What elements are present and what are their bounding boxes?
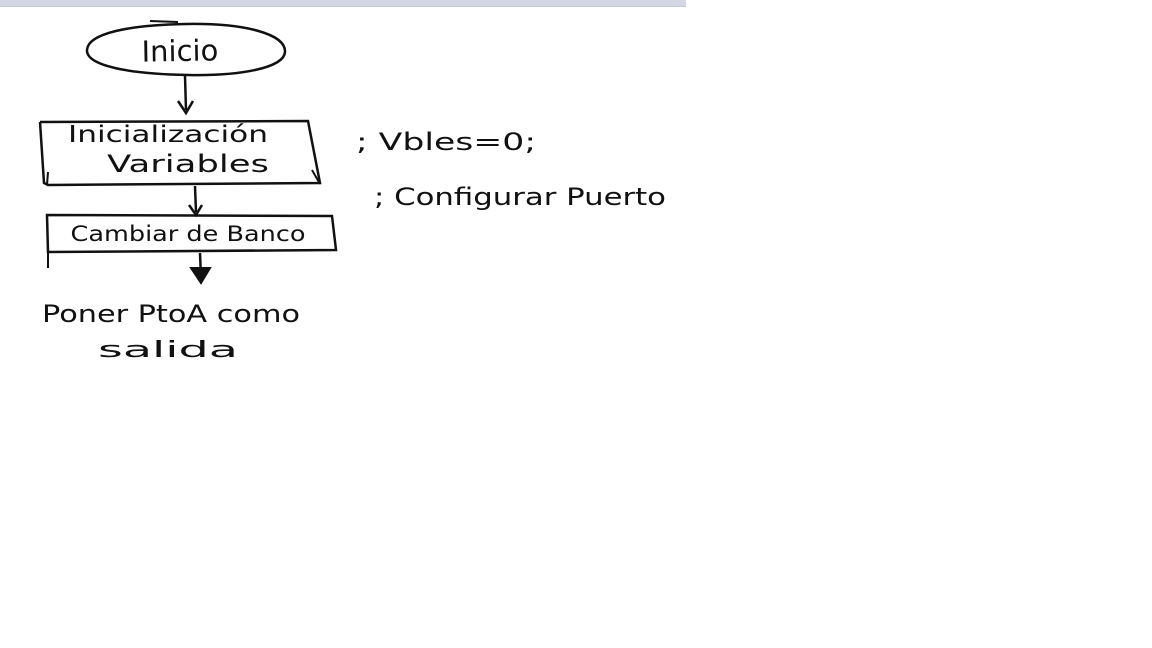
process-change-bank: Cambiar de Banco: [45, 213, 338, 268]
output-label-line1: Poner PtoA como: [42, 300, 300, 328]
init-label-line2: Variables: [107, 150, 269, 178]
output-label-line2: salida: [98, 338, 238, 363]
note-configure-port: ; Configurar Puerto: [374, 183, 666, 211]
arrow-init-to-bank: [187, 185, 204, 218]
note-variables-zero: ; Vbles=0;: [356, 128, 536, 156]
init-label-line1: Inicialización: [68, 122, 268, 148]
start-label: Inicio: [141, 33, 218, 68]
process-init-variables: Inicialización Variables: [38, 119, 322, 187]
start-node: Inicio: [85, 22, 287, 77]
step-set-port-output: Poner PtoA como salida: [42, 300, 300, 363]
bank-label: Cambiar de Banco: [71, 222, 306, 246]
flowchart-canvas: Inicio Inicialización Variables Cambiar …: [38, 20, 666, 363]
start-tick: [149, 20, 179, 23]
arrow-bank-to-output: [189, 252, 212, 285]
arrow-start-to-init: [176, 75, 195, 116]
